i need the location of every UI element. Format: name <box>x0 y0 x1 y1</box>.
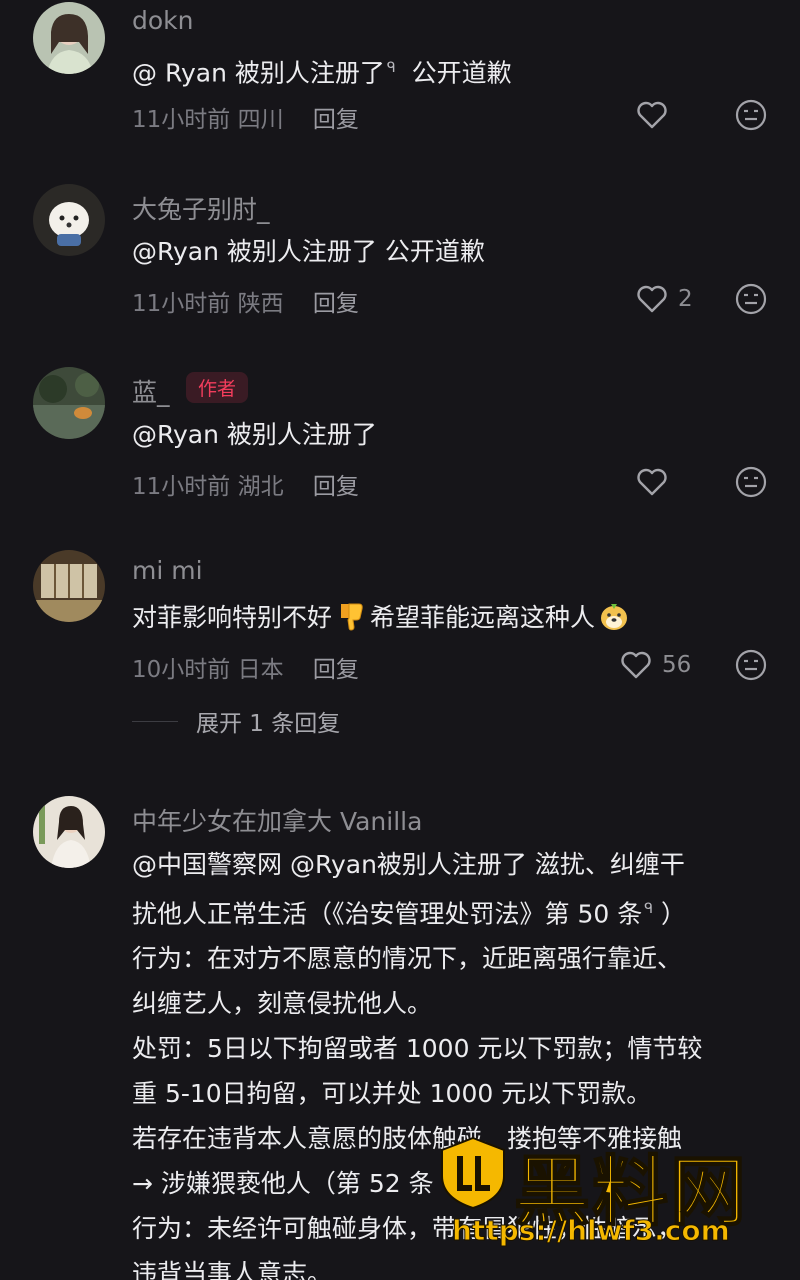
comment-line: 纠缠艺人，刻意侵扰他人。 <box>132 989 433 1019</box>
comment-meta: 11小时前 四川 回复 <box>132 100 359 134</box>
author-badge: 作者 <box>186 372 249 403</box>
dislike-button[interactable] <box>734 282 768 316</box>
avatar[interactable] <box>33 2 105 74</box>
location: 陕西 <box>237 291 284 317</box>
dislike-button[interactable] <box>734 465 768 499</box>
comment-line: 处罚：5日以下拘留或者 1000 元以下罚款；情节较 <box>132 1034 703 1064</box>
heart-icon <box>637 285 667 313</box>
avatar[interactable] <box>33 550 105 622</box>
thumbs-down-emoji-icon <box>335 600 367 632</box>
neutral-face-icon <box>735 99 767 131</box>
timestamp: 11小时前 <box>132 107 231 133</box>
neutral-face-icon <box>735 466 767 498</box>
heart-icon <box>637 101 667 129</box>
username[interactable]: dokn <box>132 6 194 35</box>
dislike-button[interactable] <box>734 98 768 132</box>
dislike-button[interactable] <box>734 648 768 682</box>
timestamp: 11小时前 <box>132 474 231 500</box>
like-button[interactable]: 56 <box>620 650 691 680</box>
reply-button[interactable]: 回复 <box>313 657 359 683</box>
neutral-face-icon <box>735 649 767 681</box>
reply-button[interactable]: 回复 <box>313 291 359 317</box>
timestamp: 10小时前 <box>132 657 231 683</box>
reply-button[interactable]: 回复 <box>313 474 359 500</box>
comment-line: @中国警察网 @Ryan被别人注册了 滋扰、纠缠干 <box>132 850 685 879</box>
like-button[interactable] <box>636 467 668 497</box>
like-button[interactable]: 2 <box>636 284 693 314</box>
heart-icon <box>637 468 667 496</box>
search-icon[interactable]: ᑫ <box>387 60 396 76</box>
comment-meta: 11小时前 陕西 回复 <box>132 284 359 318</box>
like-button[interactable] <box>636 100 668 130</box>
comment-line: 扰他人正常生活（《治安管理处罚法》第 50 条ᑫ ） <box>132 899 686 929</box>
comment-text: 对菲影响特别不好 希望菲能远离这种人 <box>132 595 764 640</box>
comment-line: 重 5-10日拘留，可以并处 1000 元以下罚款。 <box>132 1079 652 1109</box>
watermark-url: https://hlwf3.com <box>452 1214 731 1248</box>
location: 四川 <box>237 107 284 133</box>
comment-meta: 11小时前 湖北 回复 <box>132 467 359 501</box>
avatar[interactable] <box>33 184 105 256</box>
username[interactable]: 大兔子别肘_ <box>132 190 270 226</box>
reply-button[interactable]: 回复 <box>313 107 359 133</box>
comment-line: 行为：在对方不愿意的情况下，近距离强行靠近、 <box>132 944 683 974</box>
heart-icon <box>621 651 651 679</box>
comment-meta: 10小时前 日本 回复 <box>132 650 359 684</box>
comment-text: @Ryan 被别人注册了 <box>132 420 377 449</box>
location: 日本 <box>237 657 284 683</box>
dog-emoji-icon <box>598 600 630 632</box>
search-icon[interactable]: ᑫ <box>644 901 653 917</box>
divider <box>132 720 178 722</box>
watermark-logo-icon <box>441 1136 505 1210</box>
like-count: 56 <box>662 652 692 678</box>
comment-text: @ Ryan 被别人注册了 ᑫ 公开道歉 <box>132 58 512 88</box>
avatar[interactable] <box>33 796 105 868</box>
timestamp: 11小时前 <box>132 291 231 317</box>
username[interactable]: 蓝_ <box>132 373 170 409</box>
comment-text: @Ryan 被别人注册了 公开道歉 <box>132 237 485 266</box>
neutral-face-icon <box>735 283 767 315</box>
username[interactable]: 中年少女在加拿大 Vanilla <box>132 802 422 838</box>
location: 湖北 <box>237 474 284 500</box>
avatar[interactable] <box>33 367 105 439</box>
like-count: 2 <box>678 286 693 312</box>
watermark: 黑料网 https://hlwf3.com <box>436 1130 776 1280</box>
expand-replies-button[interactable]: 展开 1 条回复 <box>132 704 340 738</box>
username[interactable]: mi mi <box>132 556 203 585</box>
